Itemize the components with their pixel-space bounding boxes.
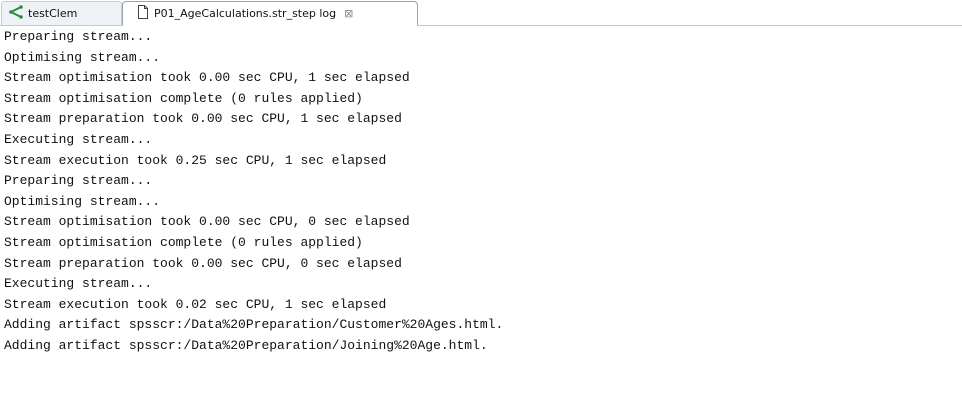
log-line: Stream preparation took 0.00 sec CPU, 0 …: [4, 255, 402, 271]
log-line: Optimising stream...: [4, 49, 161, 65]
tab-step-log[interactable]: P01_AgeCalculations.str_step log ⊠: [122, 1, 418, 26]
close-icon[interactable]: ⊠: [344, 7, 353, 20]
log-line: Stream optimisation took 0.00 sec CPU, 1…: [4, 70, 410, 86]
log-line: Preparing stream...: [4, 29, 153, 44]
log-line: Optimising stream...: [4, 193, 161, 209]
document-icon: [137, 5, 149, 22]
log-line: Executing stream...: [4, 276, 153, 292]
log-line: Stream optimisation took 0.00 sec CPU, 0…: [4, 214, 410, 230]
log-line: Adding artifact spsscr:/Data%20Preparati…: [4, 337, 488, 353]
log-line: Stream optimisation complete (0 rules ap…: [4, 234, 363, 250]
editor-tab-bar: testClem P01_AgeCalculations.str_step lo…: [0, 0, 962, 26]
log-output: Preparing stream... Optimising stream...…: [0, 27, 962, 408]
tab-label: testClem: [28, 7, 78, 20]
log-line: Stream preparation took 0.00 sec CPU, 1 …: [4, 111, 402, 127]
tab-label: P01_AgeCalculations.str_step log: [154, 7, 337, 20]
stream-icon: [8, 5, 23, 22]
log-line: Executing stream...: [4, 131, 153, 147]
log-viewer-window: testClem P01_AgeCalculations.str_step lo…: [0, 0, 962, 408]
log-line: Preparing stream...: [4, 173, 153, 189]
tab-testclem[interactable]: testClem: [1, 1, 122, 25]
log-line: Stream optimisation complete (0 rules ap…: [4, 90, 363, 106]
log-line: Adding artifact spsscr:/Data%20Preparati…: [4, 317, 504, 333]
log-line: Stream execution took 0.25 sec CPU, 1 se…: [4, 152, 387, 168]
log-line: Stream execution took 0.02 sec CPU, 1 se…: [4, 296, 387, 312]
